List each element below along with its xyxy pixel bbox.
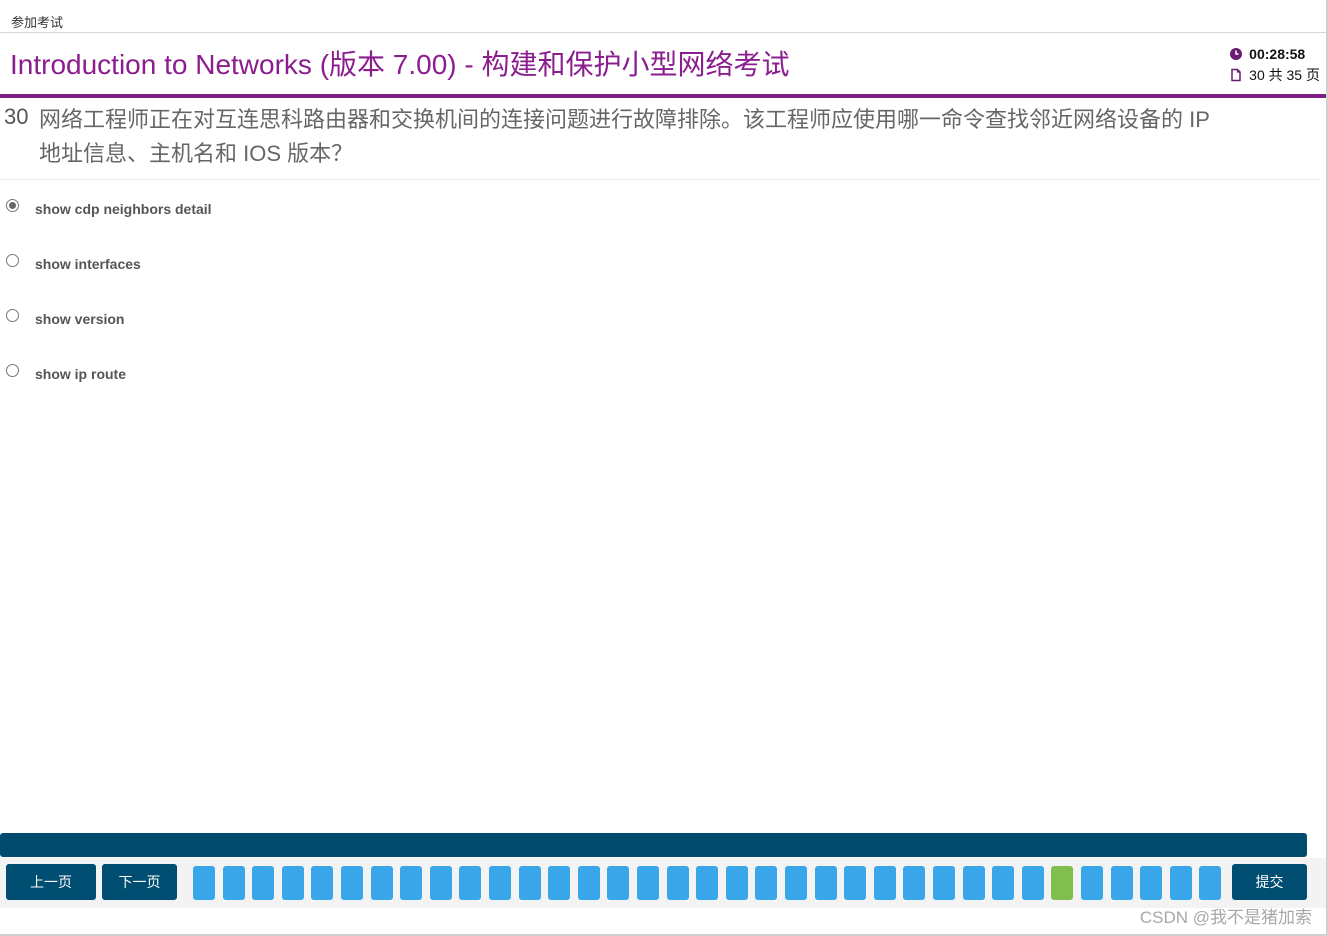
answer-option[interactable]: show version bbox=[0, 300, 1320, 355]
watermark: CSDN @我不是猪加索 bbox=[1139, 908, 1312, 927]
question-cell[interactable] bbox=[755, 866, 777, 900]
exam-header: Introduction to Networks (版本 7.00) - 构建和… bbox=[0, 33, 1326, 95]
answer-option[interactable]: show interfaces bbox=[0, 245, 1320, 300]
option-label[interactable]: show version bbox=[35, 311, 124, 327]
window-title-bar: 参加考试 bbox=[0, 0, 1326, 33]
timer-row: 00:28:58 bbox=[1229, 43, 1320, 64]
navigation-bar: 上一页 下一页 提交 bbox=[0, 858, 1326, 908]
question-cell[interactable] bbox=[815, 866, 837, 900]
question-text: 网络工程师正在对互连思科路由器和交换机间的连接问题进行故障排除。该工程师应使用哪… bbox=[39, 107, 1210, 166]
question-cell[interactable] bbox=[844, 866, 866, 900]
question-cell[interactable] bbox=[1140, 866, 1162, 900]
question-cell[interactable] bbox=[489, 866, 511, 900]
option-label[interactable]: show cdp neighbors detail bbox=[35, 201, 212, 217]
question-cell-current[interactable] bbox=[1051, 866, 1073, 900]
question-cell[interactable] bbox=[874, 866, 896, 900]
question-cell[interactable] bbox=[726, 866, 748, 900]
question-cell[interactable] bbox=[193, 866, 215, 900]
answer-option[interactable]: show cdp neighbors detail bbox=[0, 190, 1320, 245]
question-cell[interactable] bbox=[785, 866, 807, 900]
question-cell[interactable] bbox=[933, 866, 955, 900]
question-cell[interactable] bbox=[1081, 866, 1103, 900]
exam-page: 参加考试 Introduction to Networks (版本 7.00) … bbox=[0, 0, 1328, 936]
page-info-row: 30 共 35 页 bbox=[1229, 64, 1320, 85]
question-cell[interactable] bbox=[430, 866, 452, 900]
question-cell[interactable] bbox=[637, 866, 659, 900]
page-info: 30 共 35 页 bbox=[1249, 66, 1320, 83]
timer: 00:28:58 bbox=[1249, 45, 1306, 62]
question-cell[interactable] bbox=[578, 866, 600, 900]
radio-button[interactable] bbox=[6, 254, 19, 267]
radio-button-selected[interactable] bbox=[6, 199, 19, 212]
next-page-button[interactable]: 下一页 bbox=[102, 864, 177, 900]
question-cell[interactable] bbox=[519, 866, 541, 900]
submit-button[interactable]: 提交 bbox=[1232, 864, 1307, 900]
option-label[interactable]: show interfaces bbox=[35, 256, 141, 272]
radio-button[interactable] bbox=[6, 364, 19, 377]
question-cell[interactable] bbox=[252, 866, 274, 900]
question-cell[interactable] bbox=[400, 866, 422, 900]
question-cell[interactable] bbox=[341, 866, 363, 900]
question-cell[interactable] bbox=[963, 866, 985, 900]
question-block: 30 网络工程师正在对互连思科路由器和交换机间的连接问题进行故障排除。该工程师应… bbox=[0, 98, 1320, 180]
question-cell[interactable] bbox=[1111, 866, 1133, 900]
clock-icon bbox=[1229, 47, 1243, 61]
question-cell[interactable] bbox=[992, 866, 1014, 900]
window-title: 参加考试 bbox=[11, 16, 64, 31]
exam-title: Introduction to Networks (版本 7.00) - 构建和… bbox=[10, 49, 790, 80]
question-cell[interactable] bbox=[696, 866, 718, 900]
question-cell[interactable] bbox=[311, 866, 333, 900]
answer-options: show cdp neighbors detail show interface… bbox=[0, 190, 1320, 410]
page-icon bbox=[1229, 68, 1243, 82]
radio-button[interactable] bbox=[6, 309, 19, 322]
progress-bar bbox=[0, 833, 1307, 857]
question-cell[interactable] bbox=[1170, 866, 1192, 900]
prev-page-button[interactable]: 上一页 bbox=[6, 864, 96, 900]
question-cell[interactable] bbox=[282, 866, 304, 900]
question-cell[interactable] bbox=[459, 866, 481, 900]
question-cell[interactable] bbox=[548, 866, 570, 900]
answer-option[interactable]: show ip route bbox=[0, 355, 1320, 410]
question-cell[interactable] bbox=[607, 866, 629, 900]
question-cell[interactable] bbox=[1022, 866, 1044, 900]
question-cell[interactable] bbox=[1199, 866, 1221, 900]
question-cell[interactable] bbox=[667, 866, 689, 900]
option-label[interactable]: show ip route bbox=[35, 366, 126, 382]
question-number: 30 bbox=[4, 104, 29, 129]
question-cell[interactable] bbox=[223, 866, 245, 900]
exam-meta: 00:28:58 30 共 35 页 bbox=[1229, 43, 1320, 85]
question-cell[interactable] bbox=[371, 866, 393, 900]
question-cell[interactable] bbox=[903, 866, 925, 900]
